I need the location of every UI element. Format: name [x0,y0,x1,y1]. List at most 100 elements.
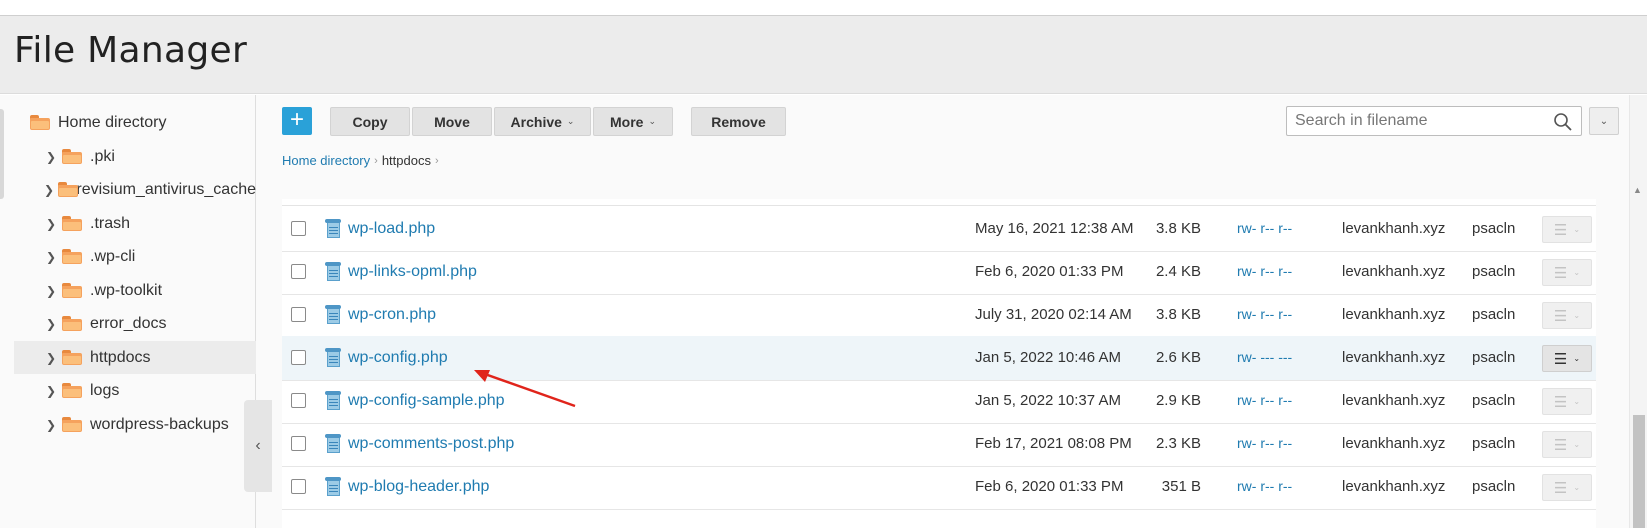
row-actions-button[interactable]: ☰ ⌄ [1542,302,1592,329]
file-permissions-link[interactable]: rw- r-- r-- [1237,220,1292,236]
row-checkbox[interactable] [291,307,306,322]
file-modified: Feb 6, 2020 01:33 PM [975,263,1124,280]
table-row[interactable]: wp-comments-post.php Feb 17, 2021 08:08 … [282,422,1596,467]
tree-item-label: Home directory [58,113,167,131]
search-input[interactable] [1295,111,1545,131]
scrollbar-thumb[interactable] [1633,415,1645,528]
file-name-link[interactable]: wp-comments-post.php [348,435,514,453]
tree-item-wp-cli[interactable]: ❯ .wp-cli [14,240,256,273]
file-permissions-link[interactable]: rw- r-- r-- [1237,263,1292,279]
tree-item-httpdocs[interactable]: ❯ httpdocs [14,341,256,374]
folder-icon [62,316,82,331]
search-options-dropdown[interactable]: ⌄ [1589,107,1619,135]
row-actions-button[interactable]: ☰ ⌄ [1542,345,1592,372]
chevron-down-icon: ⌄ [1573,268,1581,277]
file-modified: May 16, 2021 12:38 AM [975,220,1134,237]
row-checkbox[interactable] [291,350,306,365]
php-file-icon [325,391,341,411]
sidebar-collapse-button[interactable]: ‹ [244,400,272,492]
folder-icon [30,115,50,130]
table-row[interactable]: wp-config-sample.php Jan 5, 2022 10:37 A… [282,379,1596,424]
add-button[interactable]: + [282,107,312,135]
file-name-link[interactable]: wp-cron.php [348,306,436,324]
row-actions-button[interactable]: ☰ ⌄ [1542,431,1592,458]
file-permissions-link[interactable]: rw- r-- r-- [1237,435,1292,451]
tree-item-error-docs[interactable]: ❯ error_docs [14,307,256,340]
chevron-down-icon: ⌄ [566,116,575,126]
file-owner: levankhanh.xyz [1342,392,1446,409]
chevron-right-icon[interactable]: ❯ [44,384,58,398]
file-permissions-link[interactable]: rw- r-- r-- [1237,392,1292,408]
file-size: 3.8 KB [1155,306,1201,323]
folder-icon [58,182,79,197]
table-row-highlighted[interactable]: wp-config.php Jan 5, 2022 10:46 AM 2.6 K… [282,336,1596,381]
more-button[interactable]: More ⌄ [593,107,673,136]
tree-item-label: error_docs [90,314,167,332]
row-actions-button[interactable]: ☰ ⌄ [1542,259,1592,286]
table-row[interactable]: wp-links-opml.php Feb 6, 2020 01:33 PM 2… [282,250,1596,295]
row-checkbox[interactable] [291,393,306,408]
file-permissions-link[interactable]: rw- --- --- [1237,349,1292,365]
file-size: 3.8 KB [1155,220,1201,237]
tree-item-wordpress-backups[interactable]: ❯ wordpress-backups [14,408,256,441]
breadcrumb-home-link[interactable]: Home directory [282,153,370,168]
row-checkbox[interactable] [291,479,306,494]
file-size: 351 B [1161,478,1201,495]
file-name-link[interactable]: wp-config.php [348,349,448,367]
row-checkbox[interactable] [291,264,306,279]
chevron-right-icon[interactable]: ❯ [44,217,58,231]
row-checkbox[interactable] [291,436,306,451]
file-group: psacln [1472,220,1516,237]
row-checkbox[interactable] [291,221,306,236]
file-owner: levankhanh.xyz [1342,306,1446,323]
tree-item-home-directory[interactable]: Home directory [14,106,256,139]
file-size: 2.4 KB [1155,263,1201,280]
tree-item-label: .trash [90,214,131,232]
table-row[interactable]: wp-blog-header.php Feb 6, 2020 01:33 PM … [282,465,1596,510]
chevron-right-icon[interactable]: ❯ [44,250,58,264]
file-name-link[interactable]: wp-config-sample.php [348,392,505,410]
breadcrumb-separator-icon: › [434,154,439,167]
chevron-right-icon[interactable]: ❯ [44,150,58,164]
tree-item-logs[interactable]: ❯ logs [14,374,256,407]
file-owner: levankhanh.xyz [1342,478,1446,495]
chevron-right-icon[interactable]: ❯ [44,351,58,365]
sidebar-edge-handle [0,109,4,199]
folder-icon [62,383,82,398]
tree-item-trash[interactable]: ❯ .trash [14,207,256,240]
row-actions-button[interactable]: ☰ ⌄ [1542,388,1592,415]
file-size: 2.3 KB [1155,435,1201,452]
row-actions-button[interactable]: ☰ ⌄ [1542,216,1592,243]
file-name-link[interactable]: wp-blog-header.php [348,478,489,496]
tree-item-wp-toolkit[interactable]: ❯ .wp-toolkit [14,274,256,307]
scroll-up-icon[interactable]: ▲ [1633,185,1642,195]
file-group: psacln [1472,263,1516,280]
chevron-right-icon[interactable]: ❯ [44,418,58,432]
main-area: Home directory ❯ .pki ❯ .revisium_antivi… [0,95,1647,528]
file-size: 2.6 KB [1155,349,1201,366]
chevron-right-icon[interactable]: ❯ [44,284,58,298]
table-row[interactable]: wp-cron.php July 31, 2020 02:14 AM 3.8 K… [282,293,1596,338]
chevron-right-icon[interactable]: ❯ [44,183,54,197]
tree-item-pki[interactable]: ❯ .pki [14,140,256,173]
table-row[interactable]: wp-load.php May 16, 2021 12:38 AM 3.8 KB… [282,207,1596,252]
row-actions-button[interactable]: ☰ ⌄ [1542,474,1592,501]
remove-button[interactable]: Remove [691,107,786,136]
file-owner: levankhanh.xyz [1342,220,1446,237]
vertical-scrollbar[interactable]: ▲ [1629,95,1647,528]
top-strip [0,0,1647,16]
file-permissions-link[interactable]: rw- r-- r-- [1237,478,1292,494]
archive-button[interactable]: Archive ⌄ [494,107,591,136]
move-button[interactable]: Move [412,107,492,136]
tree-item-revisium-antivirus-cache[interactable]: ❯ .revisium_antivirus_cache [14,173,256,206]
folder-icon [62,350,82,365]
file-modified: Jan 5, 2022 10:46 AM [975,349,1121,366]
search-icon[interactable] [1553,112,1573,132]
tree-item-label: .wp-toolkit [90,281,163,299]
copy-button[interactable]: Copy [330,107,410,136]
folder-icon [62,216,82,231]
chevron-right-icon[interactable]: ❯ [44,317,58,331]
file-name-link[interactable]: wp-load.php [348,220,435,238]
file-permissions-link[interactable]: rw- r-- r-- [1237,306,1292,322]
file-name-link[interactable]: wp-links-opml.php [348,263,477,281]
